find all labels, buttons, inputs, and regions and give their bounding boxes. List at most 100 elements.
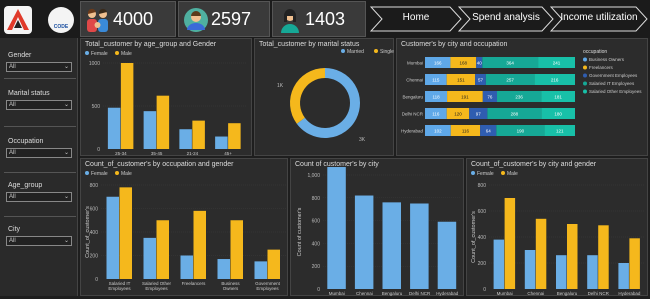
chart-city-gender: 0 200 400 600 800 Mumbai Chennai Bengaluru Delhi…: [471, 171, 645, 296]
legend-marker: [583, 57, 587, 62]
data-label: 115: [432, 78, 440, 83]
legend-label: Female: [91, 171, 108, 177]
chevron-down-icon: ⌄: [63, 150, 69, 156]
y-tick-label: 800: [90, 183, 99, 189]
bar-male: [120, 63, 134, 149]
y-tick-label: 800: [312, 196, 321, 202]
x-tick-label: Owners: [223, 286, 239, 291]
y-axis-label: Count_of_customer's: [85, 206, 91, 258]
occupation-select[interactable]: All ⌄: [6, 148, 72, 158]
bar-male: [535, 218, 547, 289]
data-label: 116: [462, 129, 470, 134]
x-tick-label: Chennai: [527, 291, 544, 296]
y-tick-label: 0: [483, 287, 486, 293]
bar-male: [267, 249, 280, 279]
chart-marital-panel: Total_customer by marital status Married S…: [254, 38, 394, 156]
bar-female: [107, 107, 121, 149]
header-bar: CODE BASICS 4000 2597 1403 Home Spend an…: [0, 0, 650, 48]
y-tick-label: 0: [95, 277, 98, 283]
x-tick-label: Bengaluru: [557, 291, 578, 296]
data-label: 216: [551, 78, 559, 83]
chevron-down-icon: ⌄: [63, 194, 69, 200]
filter-label-marital-status: Marital status: [8, 90, 50, 97]
bar-male: [119, 187, 132, 279]
data-label: 57: [478, 78, 484, 83]
legend-marker: [583, 89, 587, 94]
bar-count: [354, 195, 374, 289]
nav-spend-analysis[interactable]: Spend analysis: [458, 6, 554, 32]
legend-marker: [583, 81, 587, 86]
y-tick-label: Chennai: [406, 78, 423, 83]
x-tick-label: Employees: [145, 286, 168, 291]
gender-select[interactable]: All ⌄: [6, 62, 72, 72]
legend-title: occupation: [583, 49, 607, 55]
kpi-total-value: 4000: [113, 9, 154, 29]
x-tick-label: 35-45: [151, 151, 163, 156]
legend-label: Salaried Other Employees: [589, 89, 642, 94]
filter-label-age-group: Age_group: [8, 182, 43, 189]
y-tick-label: 400: [478, 235, 487, 241]
bar-female: [524, 250, 536, 289]
legend-marker: [583, 65, 587, 70]
x-tick-label: Bengaluru: [382, 291, 403, 296]
y-tick-label: Hyderabad: [401, 129, 424, 134]
legend-marker: [471, 171, 475, 175]
y-tick-label: Bengaluru: [402, 95, 423, 100]
age-group-select[interactable]: All ⌄: [6, 192, 72, 202]
legend-label: Female: [477, 171, 494, 177]
legend-marker: [85, 171, 89, 175]
chart-city-gender-panel: Count_of_customer's by city and gender 0 2…: [466, 158, 648, 296]
x-tick-label: 25-34: [115, 151, 127, 156]
kpi-married-value: 2597: [211, 9, 252, 29]
chart-city-occupation-panel: Customer's by city and occupation Mumbai 1…: [396, 38, 648, 156]
bar-male: [193, 210, 206, 279]
chart-city-occupation: Mumbai 166 168 40 364 241 Chennai 115 151 57 257 21…: [401, 49, 642, 136]
y-tick-label: Mumbai: [407, 61, 423, 66]
nav-home[interactable]: Home: [370, 6, 462, 32]
kpi-married-customers: 2597: [178, 1, 270, 37]
y-tick-label: 500: [92, 104, 101, 110]
y-tick-label: 0: [317, 287, 320, 293]
chart-city-count: 0 200 400 600 800 1,000 Mumbai Chennai Bengaluru…: [297, 167, 461, 296]
legend-label: Freelancers: [589, 65, 614, 70]
data-label: 151: [457, 78, 465, 83]
bar-count: [382, 202, 401, 289]
data-label: 191: [461, 95, 469, 100]
legend-marker: [374, 49, 378, 53]
atliq-logo: [4, 6, 32, 34]
data-label: 364: [506, 61, 514, 66]
bar-female: [143, 111, 157, 149]
y-tick-label: 1000: [89, 61, 100, 67]
city-select[interactable]: All ⌄: [6, 236, 72, 246]
y-tick-label: Delhi NCR: [402, 112, 424, 117]
bar-male: [629, 238, 640, 289]
x-tick-label: Hyderabad: [618, 291, 641, 296]
legend-marker: [85, 51, 89, 55]
y-tick-label: 600: [312, 219, 321, 225]
data-label: 116: [432, 112, 440, 117]
filter-label-city: City: [8, 226, 21, 233]
bar-female: [217, 259, 230, 279]
data-label: 97: [476, 112, 482, 117]
y-tick-label: 0: [97, 147, 100, 153]
marital-status-select[interactable]: All ⌄: [6, 100, 72, 110]
legend-label: Government Employees: [589, 73, 638, 78]
chevron-down-icon: ⌄: [63, 102, 69, 108]
x-tick-label: Hyderabad: [436, 291, 459, 296]
data-label: 288: [511, 112, 519, 117]
data-label: 180: [554, 112, 562, 117]
x-tick-label: Mumbai: [329, 291, 345, 296]
data-label: 181: [554, 95, 562, 100]
bar-male: [598, 225, 609, 289]
chart-age-gender-panel: Total_customer by age_group and Gender 0 5…: [80, 38, 252, 156]
filter-label-occupation: Occupation: [8, 138, 44, 145]
data-label: 190: [517, 129, 525, 134]
data-label: 257: [506, 78, 514, 83]
filter-label-gender: Gender: [8, 52, 32, 59]
nav-income-utilization[interactable]: Income utilization: [550, 6, 648, 32]
legend-label: Single: [380, 49, 394, 55]
single-person-icon: [277, 6, 303, 39]
x-tick-label: Chennai: [356, 291, 373, 296]
married-person-icon: [183, 6, 209, 39]
codebasics-logo: CODE BASICS: [48, 7, 74, 48]
